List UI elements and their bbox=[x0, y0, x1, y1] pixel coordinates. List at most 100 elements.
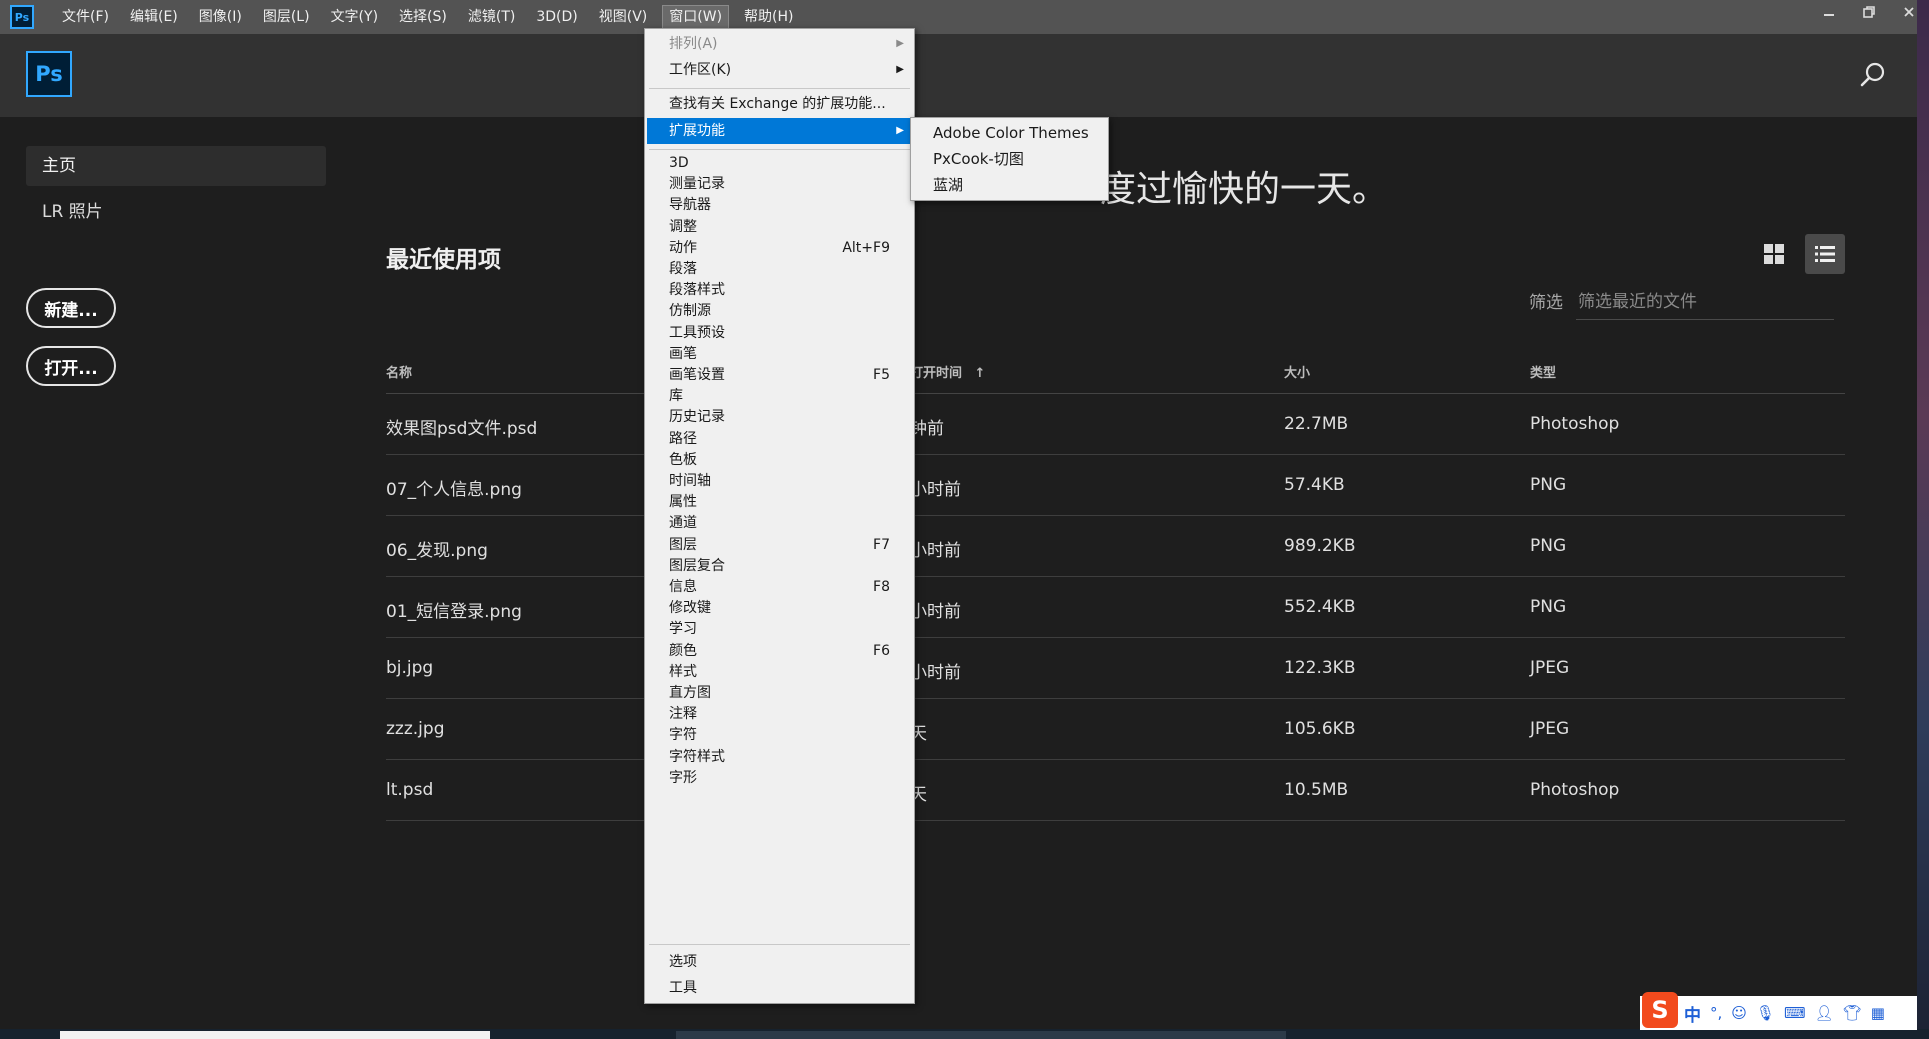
menu-help[interactable]: 帮助(H) bbox=[738, 5, 799, 29]
emoji-icon[interactable]: ☺ bbox=[1731, 1004, 1747, 1022]
taskbar-item[interactable] bbox=[60, 1031, 490, 1039]
menu-item-panel[interactable]: 导航器 bbox=[647, 195, 912, 216]
menu-filter[interactable]: 滤镜(T) bbox=[462, 5, 521, 29]
sidebar-item-home[interactable]: 主页 bbox=[26, 146, 326, 186]
menu-item-panel[interactable]: 仿制源 bbox=[647, 301, 912, 322]
menu-3d[interactable]: 3D(D) bbox=[530, 5, 583, 29]
table-row[interactable]: 06_发现.png 小时前 989.2KB PNG bbox=[386, 516, 1845, 577]
open-button[interactable]: 打开... bbox=[26, 346, 116, 386]
menu-view[interactable]: 视图(V) bbox=[593, 5, 654, 29]
skin-icon[interactable]: 👕︎ bbox=[1843, 1004, 1862, 1022]
menu-edit[interactable]: 编辑(E) bbox=[124, 5, 184, 29]
menu-item-arrange[interactable]: 排列(A) ▶ bbox=[647, 31, 912, 57]
list-view-icon[interactable] bbox=[1805, 234, 1845, 274]
menu-item-panel[interactable]: 工具预设 bbox=[647, 323, 912, 344]
menu-item-exchange[interactable]: 查找有关 Exchange 的扩展功能... bbox=[647, 91, 912, 117]
menu-item-extensions[interactable]: 扩展功能 ▶ bbox=[647, 118, 912, 144]
microphone-icon[interactable]: 🎙︎ bbox=[1756, 1004, 1775, 1022]
window-controls bbox=[1809, 0, 1929, 24]
menu-item-panel[interactable]: 段落样式 bbox=[647, 280, 912, 301]
menu-item-label: 库 bbox=[669, 388, 683, 405]
menu-item-tools[interactable]: 工具 bbox=[647, 975, 912, 1001]
menu-item-panel[interactable]: 画笔 bbox=[647, 344, 912, 365]
menu-item-label: 动作 bbox=[669, 239, 697, 256]
submenu-item-adobe-color-themes[interactable]: Adobe Color Themes bbox=[933, 120, 1089, 146]
menu-item-panel[interactable]: 库 bbox=[647, 386, 912, 407]
menu-item-shortcut: F6 bbox=[873, 642, 890, 659]
minimize-icon[interactable] bbox=[1809, 0, 1849, 24]
menu-item-label: 导航器 bbox=[669, 197, 711, 214]
menu-item-panel[interactable]: 字形 bbox=[647, 768, 912, 789]
menu-item-panel[interactable]: 调整 bbox=[647, 217, 912, 238]
menu-item-panel[interactable]: 通道 bbox=[647, 513, 912, 534]
menu-item-shortcut: F5 bbox=[873, 367, 890, 383]
menu-item-panel[interactable]: 样式 bbox=[647, 662, 912, 683]
filter-input[interactable] bbox=[1576, 284, 1834, 320]
menu-file[interactable]: 文件(F) bbox=[56, 5, 115, 29]
table-row[interactable]: 效果图psd文件.psd 钟前 22.7MB Photoshop bbox=[386, 394, 1845, 455]
new-button[interactable]: 新建... bbox=[26, 288, 116, 328]
menu-window[interactable]: 窗口(W) bbox=[662, 5, 730, 29]
menu-layer[interactable]: 图层(L) bbox=[257, 5, 316, 29]
user-icon[interactable]: 👤︎ bbox=[1815, 1004, 1834, 1022]
menu-type[interactable]: 文字(Y) bbox=[325, 5, 384, 29]
menu-item-panel[interactable]: 字符样式 bbox=[647, 747, 912, 768]
grid-view-icon[interactable] bbox=[1756, 236, 1792, 272]
sogou-logo-icon[interactable]: S bbox=[1642, 992, 1678, 1028]
table-row[interactable]: zzz.jpg 天 105.6KB JPEG bbox=[386, 699, 1845, 760]
file-size: 10.5MB bbox=[1284, 780, 1349, 800]
menu-item-panel[interactable]: 3D bbox=[647, 153, 912, 174]
column-type[interactable]: 类型 bbox=[1530, 362, 1556, 381]
menu-item-panel[interactable]: 画笔设置 F5 bbox=[647, 365, 912, 386]
menu-item-panel[interactable]: 历史记录 bbox=[647, 407, 912, 428]
menu-item-panel[interactable]: 时间轴 bbox=[647, 471, 912, 492]
menu-item-panel[interactable]: 信息 F8 bbox=[647, 577, 912, 598]
photoshop-app-icon[interactable]: Ps bbox=[10, 5, 34, 29]
column-opened-label: 打开时间 bbox=[910, 366, 963, 381]
table-row[interactable]: 01_短信登录.png 小时前 552.4KB PNG bbox=[386, 577, 1845, 638]
taskbar-item[interactable] bbox=[676, 1031, 1286, 1039]
menu-item-panel[interactable]: 属性 bbox=[647, 492, 912, 513]
punctuation-icon[interactable]: °, bbox=[1710, 1004, 1722, 1022]
menu-item-panel[interactable]: 路径 bbox=[647, 429, 912, 450]
menu-item-panel[interactable]: 段落 bbox=[647, 259, 912, 280]
menu-item-label: 工具 bbox=[669, 980, 697, 996]
ime-toolbar: S 中 °, ☺ 🎙︎ ⌨ 👤︎ 👕︎ ▦ bbox=[1640, 992, 1917, 1030]
column-size[interactable]: 大小 bbox=[1284, 362, 1310, 381]
keyboard-icon[interactable]: ⌨ bbox=[1784, 1004, 1806, 1022]
menu-item-panel[interactable]: 直方图 bbox=[647, 683, 912, 704]
file-size: 122.3KB bbox=[1284, 658, 1356, 678]
menu-item-panel[interactable]: 色板 bbox=[647, 450, 912, 471]
toolbox-icon[interactable]: ▦ bbox=[1871, 1004, 1885, 1022]
column-name[interactable]: 名称 bbox=[386, 362, 412, 381]
menu-item-panel[interactable]: 修改键 bbox=[647, 598, 912, 619]
menu-item-panel[interactable]: 学习 bbox=[647, 619, 912, 640]
menu-select[interactable]: 选择(S) bbox=[393, 5, 453, 29]
menu-image[interactable]: 图像(I) bbox=[193, 5, 248, 29]
menu-item-label: 路径 bbox=[669, 430, 697, 447]
menu-item-label: 色板 bbox=[669, 451, 697, 468]
ime-language-toggle[interactable]: 中 bbox=[1684, 1001, 1701, 1026]
submenu-item-pxcook[interactable]: PxCook-切图 bbox=[933, 146, 1024, 172]
sidebar-item-lr-photos[interactable]: LR 照片 bbox=[26, 192, 326, 232]
menu-item-panel[interactable]: 动作 Alt+F9 bbox=[647, 238, 912, 259]
file-type: Photoshop bbox=[1530, 414, 1620, 434]
menu-item-label: 仿制源 bbox=[669, 303, 711, 320]
menu-item-panel[interactable]: 注释 bbox=[647, 704, 912, 725]
table-row[interactable]: bj.jpg 小时前 122.3KB JPEG bbox=[386, 638, 1845, 699]
menu-item-panel[interactable]: 图层复合 bbox=[647, 556, 912, 577]
menu-item-options[interactable]: 选项 bbox=[647, 949, 912, 975]
table-row[interactable]: lt.psd 天 10.5MB Photoshop bbox=[386, 760, 1845, 821]
menu-item-panel[interactable]: 图层 F7 bbox=[647, 535, 912, 556]
restore-icon[interactable] bbox=[1849, 0, 1889, 24]
table-row[interactable]: 07_个人信息.png 小时前 57.4KB PNG bbox=[386, 455, 1845, 516]
menu-item-panel[interactable]: 字符 bbox=[647, 725, 912, 746]
column-opened[interactable]: 打开时间 ↑ bbox=[910, 362, 985, 381]
menu-item-panel[interactable]: 测量记录 bbox=[647, 174, 912, 195]
submenu-item-lanhu[interactable]: 蓝湖 bbox=[933, 172, 963, 198]
search-icon[interactable] bbox=[1858, 60, 1888, 90]
menu-item-label: 扩展功能 bbox=[669, 123, 725, 139]
menu-item-workspace[interactable]: 工作区(K) ▶ bbox=[647, 57, 912, 83]
menu-item-panel[interactable]: 颜色 F6 bbox=[647, 641, 912, 662]
menu-item-label: 测量记录 bbox=[669, 176, 725, 193]
